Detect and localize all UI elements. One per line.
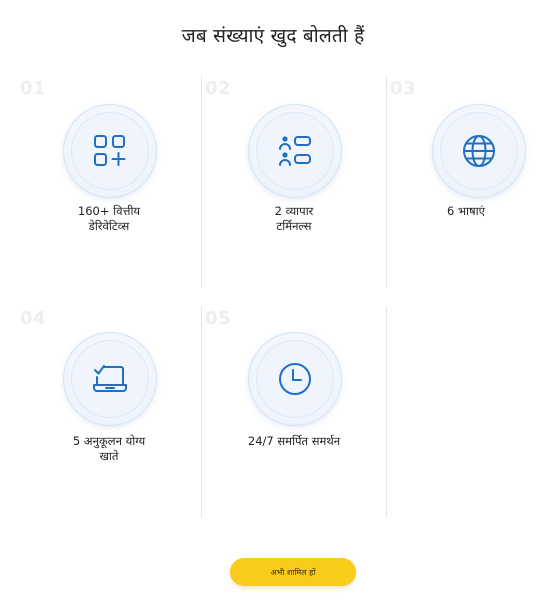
- feature-label-line2: डेरिवेटिव्स: [88, 219, 130, 233]
- apps-grid-icon: [94, 135, 126, 166]
- feature-card-terminals: 02 2 व्यापार टर्मिनल्स: [201, 76, 387, 288]
- feature-number: 02: [205, 78, 232, 99]
- clock-icon: [279, 363, 311, 395]
- icon-badge: [432, 104, 526, 198]
- feature-label-line2: टर्मिनल्स: [276, 219, 312, 233]
- feature-label-line1: 24/7 समर्पित समर्थन: [247, 434, 341, 448]
- laptop-check-icon: [93, 365, 127, 392]
- feature-number: 01: [20, 78, 47, 99]
- features-section: जब संख्याएं खुद बोलती हैं 01 160+ वित्ती…: [0, 0, 546, 604]
- icon-badge: [63, 104, 157, 198]
- join-now-button[interactable]: अभी शामिल हों: [230, 558, 356, 586]
- icon-badge: [63, 332, 157, 426]
- feature-card-accounts: 04 5 अनुकूलन योग्य खाते: [16, 306, 202, 518]
- feature-card-derivatives: 01 160+ वित्तीय डेरिवेटिव्स: [16, 76, 202, 288]
- icon-badge: [248, 104, 342, 198]
- feature-number: 05: [205, 308, 232, 329]
- globe-icon: [463, 135, 495, 167]
- section-title: जब संख्याएं खुद बोलती हैं: [181, 25, 365, 47]
- feature-label-line1: 5 अनुकूलन योग्य: [72, 434, 146, 448]
- feature-label-line1: 6 भाषाएं: [446, 204, 486, 218]
- feature-card-support: 05 24/7 समर्पित समर्थन: [201, 306, 387, 518]
- feature-label-line1: 2 व्यापार: [274, 204, 314, 218]
- icon-badge: [248, 332, 342, 426]
- feature-label-line1: 160+ वित्तीय: [77, 204, 141, 218]
- feature-number: 04: [20, 308, 47, 329]
- feature-number: 03: [390, 78, 417, 99]
- feature-card-languages: 03 6 भाषाएं: [386, 76, 546, 288]
- users-list-icon: [279, 136, 311, 166]
- feature-label-line2: खाते: [99, 449, 119, 463]
